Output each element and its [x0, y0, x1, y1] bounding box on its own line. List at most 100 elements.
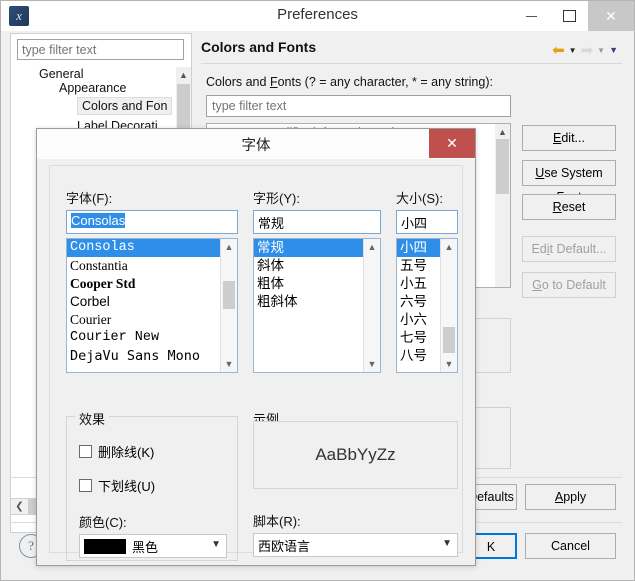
reset-button[interactable]: Reset — [522, 194, 616, 220]
font-family-list[interactable]: Consolas Constantia Cooper Std Corbel Co… — [66, 238, 238, 373]
apply-button[interactable]: Apply — [525, 484, 616, 510]
cf-scroll-thumb[interactable] — [496, 139, 509, 194]
chevron-down-icon[interactable]: ▼ — [442, 538, 452, 549]
font-sample-preview: AaBbYyZz — [253, 421, 458, 489]
preferences-titlebar: x Preferences ✕ — [1, 1, 634, 31]
list-item[interactable]: 八号 — [397, 347, 441, 365]
font-family-input[interactable]: Consolas — [66, 210, 238, 234]
list-item[interactable]: Cooper Std — [67, 275, 221, 293]
font-style-input[interactable]: 常规 — [253, 210, 381, 234]
cancel-button[interactable]: Cancel — [525, 533, 616, 559]
scroll-left-icon[interactable]: ❮ — [11, 499, 28, 514]
script-value: 西欧语言 — [258, 538, 311, 554]
back-dropdown-icon[interactable]: ▼ — [569, 46, 577, 55]
font-size-scrollbar[interactable]: ▲ ▼ — [440, 239, 457, 372]
list-item[interactable]: 六号 — [397, 293, 441, 311]
go-to-default-button[interactable]: Go to Default — [522, 272, 616, 298]
close-button[interactable]: ✕ — [588, 1, 634, 31]
font-family-value: Consolas — [71, 213, 126, 228]
tree-item-colors-and-fonts[interactable]: Colors and Fon — [11, 97, 191, 115]
reset-button-key: R — [552, 200, 562, 214]
tree-item-appearance[interactable]: Appearance — [11, 81, 191, 95]
font-size-input[interactable]: 小四 — [396, 210, 458, 234]
list-item[interactable]: 七号 — [397, 329, 441, 347]
font-size-list[interactable]: 小四 五号 小五 六号 小六 七号 八号 ▲ ▼ — [396, 238, 458, 373]
scroll-thumb[interactable] — [223, 281, 235, 309]
strikeout-checkbox-row[interactable]: 删除线(K) — [79, 442, 154, 461]
maximize-button[interactable] — [550, 1, 588, 31]
content-filter-input[interactable] — [206, 95, 511, 117]
strikeout-checkbox[interactable] — [79, 445, 92, 458]
list-item[interactable]: Courier — [67, 311, 221, 329]
list-item[interactable]: 小四 — [397, 239, 441, 257]
scroll-down-icon[interactable]: ▼ — [364, 356, 380, 372]
font-dialog: 字体 ✕ 字体(F): Consolas Consolas Constantia… — [36, 128, 476, 566]
history-dropdown-icon[interactable]: ▼ — [609, 45, 618, 55]
scroll-down-icon[interactable]: ▼ — [441, 356, 457, 372]
page-title: Colors and Fonts — [201, 39, 317, 55]
strikeout-label: 删除线(K) — [98, 445, 155, 460]
font-style-value: 常规 — [258, 216, 285, 231]
list-item[interactable]: 小五 — [397, 275, 441, 293]
list-item[interactable]: Constantia — [67, 257, 221, 275]
list-item[interactable]: Courier New — [67, 329, 221, 347]
screen-root: x Preferences ✕ General Appearance Color… — [0, 0, 635, 581]
content-filter-label: Colors and Fonts (? = any character, * =… — [206, 75, 493, 89]
list-item[interactable]: 常规 — [254, 239, 364, 257]
filter-label-key: F — [269, 75, 278, 89]
color-value: 黑色 — [132, 539, 159, 555]
scroll-up-icon[interactable]: ▲ — [176, 67, 191, 83]
list-item[interactable]: 五号 — [397, 257, 441, 275]
font-size-list-items: 小四 五号 小五 六号 小六 七号 八号 — [397, 239, 441, 365]
scroll-up-icon[interactable]: ▲ — [364, 239, 380, 255]
list-item[interactable]: DejaVu Sans Mono — [67, 347, 221, 365]
edit-default-button[interactable]: Edit Default... — [522, 236, 616, 262]
cf-tree-scrollbar[interactable]: ▲ — [495, 124, 510, 287]
effects-group-title: 效果 — [75, 409, 110, 428]
filter-label-pre: Colors and — [206, 75, 270, 89]
back-arrow-icon[interactable]: ⬅ — [552, 41, 565, 59]
scroll-down-icon[interactable]: ▼ — [221, 356, 237, 372]
underline-label: 下划线(U) — [98, 479, 156, 494]
list-item[interactable]: 粗体 — [254, 275, 364, 293]
tree-filter-input[interactable] — [17, 39, 184, 60]
list-item[interactable]: Consolas — [67, 239, 221, 257]
cf-scroll-up-icon[interactable]: ▲ — [495, 124, 510, 139]
forward-arrow-icon[interactable]: ➡ — [581, 41, 594, 59]
font-dialog-title: 字体 — [241, 138, 271, 154]
chevron-down-icon[interactable]: ▼ — [211, 539, 221, 550]
use-system-font-button[interactable]: Use System Font — [522, 160, 616, 204]
scroll-up-icon[interactable]: ▲ — [221, 239, 237, 255]
font-dialog-titlebar: 字体 ✕ — [37, 129, 475, 159]
font-family-scrollbar[interactable]: ▲ ▼ — [220, 239, 237, 372]
list-item[interactable]: 小六 — [397, 311, 441, 329]
font-family-list-items: Consolas Constantia Cooper Std Corbel Co… — [67, 239, 221, 365]
forward-dropdown-icon[interactable]: ▼ — [597, 46, 605, 55]
underline-checkbox-row[interactable]: 下划线(U) — [79, 476, 155, 495]
color-dropdown[interactable]: 黑色 ▼ — [79, 534, 227, 558]
navigation-icons: ⬅ ▼ ➡ ▼ ▼ — [552, 41, 618, 59]
font-dialog-body: 字体(F): Consolas Consolas Constantia Coop… — [49, 165, 463, 561]
go-to-default-label: o to Default — [541, 278, 606, 292]
scroll-thumb[interactable] — [443, 327, 455, 353]
minimize-button[interactable] — [512, 1, 550, 31]
scroll-up-icon[interactable]: ▲ — [441, 239, 457, 255]
script-dropdown[interactable]: 西欧语言 ▼ — [253, 533, 458, 557]
list-item[interactable]: 粗斜体 — [254, 293, 364, 311]
script-label: 脚本(R): — [253, 514, 301, 529]
font-style-label: 字形(Y): — [253, 191, 300, 206]
font-dialog-close-button[interactable]: ✕ — [429, 129, 475, 158]
list-item[interactable]: 斜体 — [254, 257, 364, 275]
underline-checkbox[interactable] — [79, 479, 92, 492]
color-swatch-icon — [84, 538, 126, 554]
list-item[interactable]: Corbel — [67, 293, 221, 311]
apply-key: A — [554, 490, 564, 504]
font-style-scrollbar[interactable]: ▲ ▼ — [363, 239, 380, 372]
header-divider — [201, 63, 622, 64]
edit-default-label: t Default... — [549, 242, 607, 256]
font-style-list[interactable]: 常规 斜体 粗体 粗斜体 ▲ ▼ — [253, 238, 381, 373]
filter-label-post: onts (? = any character, * = any string)… — [277, 75, 493, 89]
edit-default-pre: Ed — [531, 242, 547, 256]
window-controls: ✕ — [512, 1, 634, 31]
edit-button[interactable]: Edit... — [522, 125, 616, 151]
